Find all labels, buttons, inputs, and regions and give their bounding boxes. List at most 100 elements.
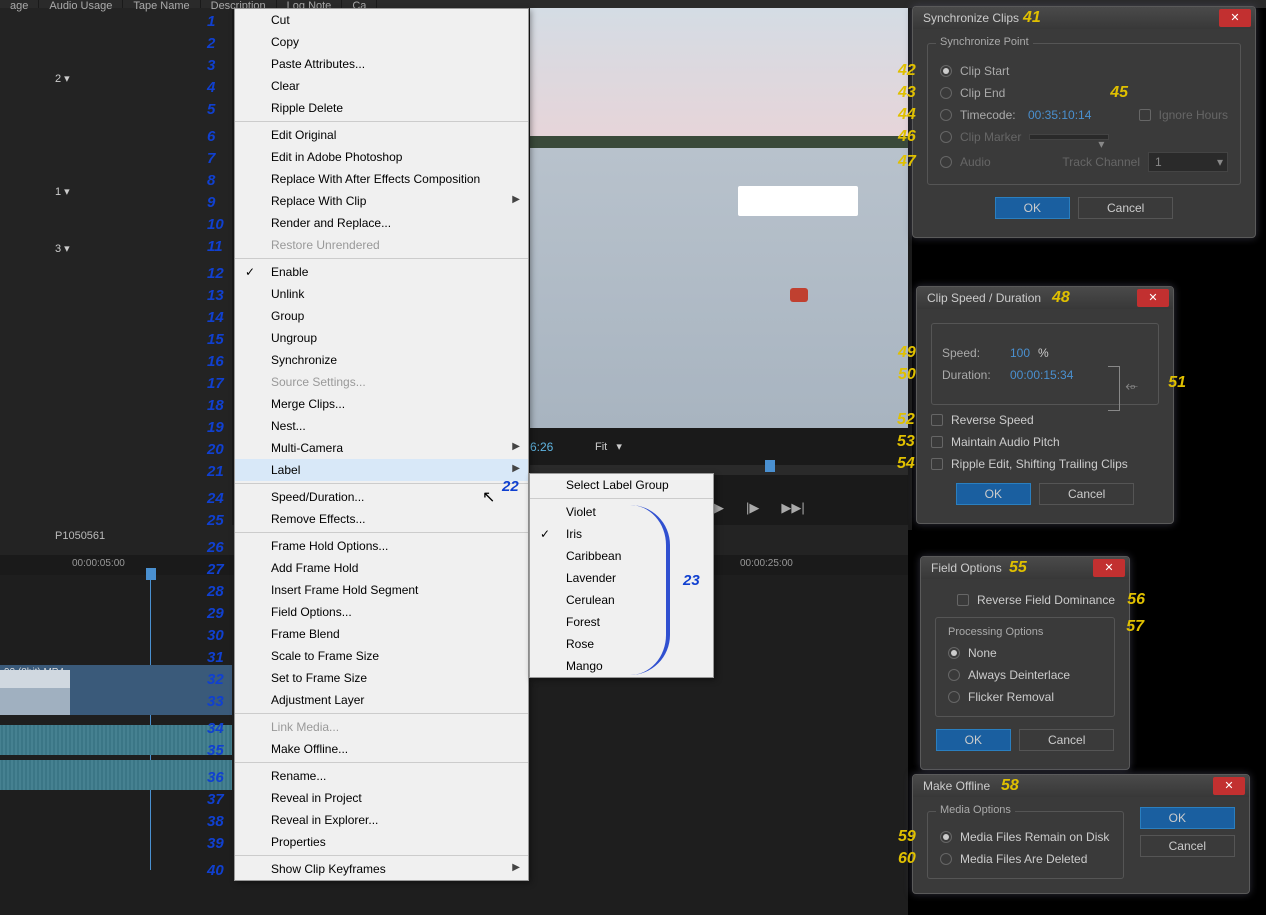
timeline-playhead-icon[interactable]: [146, 568, 156, 580]
label-mango[interactable]: Mango: [530, 655, 713, 677]
duration-value[interactable]: 00:00:15:34: [1010, 368, 1073, 382]
menu-item-rename-[interactable]: 36Rename...: [235, 765, 528, 787]
menu-item-insert-frame-hold-segment[interactable]: 28Insert Frame Hold Segment: [235, 579, 528, 601]
radio-clip-start[interactable]: [940, 65, 952, 77]
column-header[interactable]: age: [0, 0, 39, 8]
ok-button[interactable]: OK: [1140, 807, 1235, 829]
menu-item-group[interactable]: 14Group: [235, 305, 528, 327]
zoom-fit-dropdown[interactable]: Fit ▾: [595, 440, 622, 453]
radio-audio[interactable]: [940, 156, 952, 168]
column-header[interactable]: Log Note: [277, 0, 343, 8]
menu-item-set-to-frame-size[interactable]: 32Set to Frame Size: [235, 667, 528, 689]
label-rose[interactable]: Rose: [530, 633, 713, 655]
cancel-button[interactable]: Cancel: [1078, 197, 1173, 219]
timecode-value[interactable]: 00:35:10:14: [1028, 108, 1091, 122]
menu-item-remove-effects-[interactable]: 25Remove Effects...: [235, 508, 528, 530]
menu-item-enable[interactable]: 12✓Enable: [235, 261, 528, 283]
cancel-button[interactable]: Cancel: [1140, 835, 1235, 857]
reverse-dominance-checkbox[interactable]: [957, 594, 969, 606]
menu-item-paste-attributes-[interactable]: 3Paste Attributes...: [235, 53, 528, 75]
annotation-58: 58: [1001, 777, 1019, 795]
radio-option[interactable]: [940, 831, 952, 843]
menu-item-frame-hold-options-[interactable]: 26Frame Hold Options...: [235, 535, 528, 557]
play-button[interactable]: ▶: [714, 500, 724, 516]
menu-item-copy[interactable]: 2Copy: [235, 31, 528, 53]
menu-item-render-and-replace-[interactable]: 10Render and Replace...: [235, 212, 528, 234]
radio-option[interactable]: [940, 853, 952, 865]
column-header[interactable]: Description: [201, 0, 277, 8]
dropdown-1[interactable]: 1 ▾: [55, 185, 70, 198]
menu-item-edit-original[interactable]: 6Edit Original: [235, 124, 528, 146]
close-icon[interactable]: ✕: [1093, 559, 1125, 577]
menu-item-clear[interactable]: 4Clear: [235, 75, 528, 97]
close-icon[interactable]: ✕: [1213, 777, 1245, 795]
ignore-hours-checkbox[interactable]: [1139, 109, 1151, 121]
menu-item-field-options-[interactable]: 29Field Options...: [235, 601, 528, 623]
radio-timecode-[interactable]: [940, 109, 952, 121]
audio-clip-2[interactable]: [0, 760, 232, 790]
menu-item-show-clip-keyframes[interactable]: 40Show Clip Keyframes▶: [235, 858, 528, 880]
menu-item-replace-with-clip[interactable]: 9Replace With Clip▶: [235, 190, 528, 212]
checkbox-reverse-speed[interactable]: [931, 414, 943, 426]
menu-item-multi-camera[interactable]: 20Multi-Camera▶: [235, 437, 528, 459]
ok-button[interactable]: OK: [936, 729, 1011, 751]
ok-button[interactable]: OK: [995, 197, 1070, 219]
menu-item-adjustment-layer[interactable]: 33Adjustment Layer: [235, 689, 528, 711]
menu-item-merge-clips-[interactable]: 18Merge Clips...: [235, 393, 528, 415]
menu-item-scale-to-frame-size[interactable]: 31Scale to Frame Size: [235, 645, 528, 667]
close-icon[interactable]: ✕: [1137, 289, 1169, 307]
annotation-2: 2: [207, 35, 215, 52]
column-header[interactable]: Tape Name: [123, 0, 200, 8]
radio-clip-marker[interactable]: [940, 131, 952, 143]
radio-none[interactable]: [948, 647, 960, 659]
label-forest[interactable]: Forest: [530, 611, 713, 633]
menu-item-make-offline-[interactable]: 35Make Offline...: [235, 738, 528, 760]
column-header[interactable]: Ca: [342, 0, 377, 8]
label-violet[interactable]: Violet: [530, 501, 713, 523]
select-dropdown[interactable]: 1: [1148, 152, 1228, 172]
radio-always-deinterlace[interactable]: [948, 669, 960, 681]
menu-item-add-frame-hold[interactable]: 27Add Frame Hold: [235, 557, 528, 579]
close-icon[interactable]: ✕: [1219, 9, 1251, 27]
menu-item-frame-blend[interactable]: 30Frame Blend: [235, 623, 528, 645]
label-cerulean[interactable]: Cerulean: [530, 589, 713, 611]
checkbox-ripple-edit-shifting-trailing-clips[interactable]: [931, 458, 943, 470]
select-dropdown[interactable]: [1029, 134, 1109, 140]
annotation-29: 29: [207, 605, 224, 622]
menu-item-reveal-in-explorer-[interactable]: 38Reveal in Explorer...: [235, 809, 528, 831]
label-iris[interactable]: ✓Iris: [530, 523, 713, 545]
column-header[interactable]: Audio Usage: [39, 0, 123, 8]
menu-item-link-media-[interactable]: 34Link Media...: [235, 716, 528, 738]
menu-item-label[interactable]: 21Label▶: [235, 459, 528, 481]
menu-item-reveal-in-project[interactable]: 37Reveal in Project: [235, 787, 528, 809]
link-icon[interactable]: ⬰: [1125, 378, 1138, 396]
menu-item-replace-with-after-effects-composition[interactable]: 8Replace With After Effects Composition: [235, 168, 528, 190]
menu-item-speed-duration-[interactable]: 24Speed/Duration...: [235, 486, 528, 508]
menu-item-cut[interactable]: 1Cut: [235, 9, 528, 31]
menu-item-unlink[interactable]: 13Unlink: [235, 283, 528, 305]
dropdown-2[interactable]: 2 ▾: [55, 72, 70, 85]
cancel-button[interactable]: Cancel: [1039, 483, 1134, 505]
radio-flicker-removal[interactable]: [948, 691, 960, 703]
checkbox-maintain-audio-pitch[interactable]: [931, 436, 943, 448]
cancel-button[interactable]: Cancel: [1019, 729, 1114, 751]
ok-button[interactable]: OK: [956, 483, 1031, 505]
menu-item-ungroup[interactable]: 15Ungroup: [235, 327, 528, 349]
menu-item-edit-in-adobe-photoshop[interactable]: 7Edit in Adobe Photoshop: [235, 146, 528, 168]
submenu-arrow-icon: ▶: [512, 463, 520, 474]
menu-item-synchronize[interactable]: 16Synchronize: [235, 349, 528, 371]
submenu-header[interactable]: 22Select Label Group: [530, 474, 713, 496]
label-caribbean[interactable]: Caribbean: [530, 545, 713, 567]
radio-clip-end[interactable]: [940, 87, 952, 99]
audio-clip-1[interactable]: [0, 725, 232, 755]
dropdown-3[interactable]: 3 ▾: [55, 242, 70, 255]
menu-item-ripple-delete[interactable]: 5Ripple Delete: [235, 97, 528, 119]
step-fwd-button[interactable]: |▶: [746, 500, 759, 516]
goto-out-button[interactable]: ▶▶|: [781, 500, 804, 516]
speed-value[interactable]: 100: [1010, 346, 1030, 360]
menu-item-restore-unrendered[interactable]: 11Restore Unrendered: [235, 234, 528, 256]
menu-item-nest-[interactable]: 19Nest...: [235, 415, 528, 437]
menu-item-source-settings-[interactable]: 17Source Settings...: [235, 371, 528, 393]
menu-item-properties[interactable]: 39Properties: [235, 831, 528, 853]
playhead-marker-icon[interactable]: [765, 460, 775, 472]
